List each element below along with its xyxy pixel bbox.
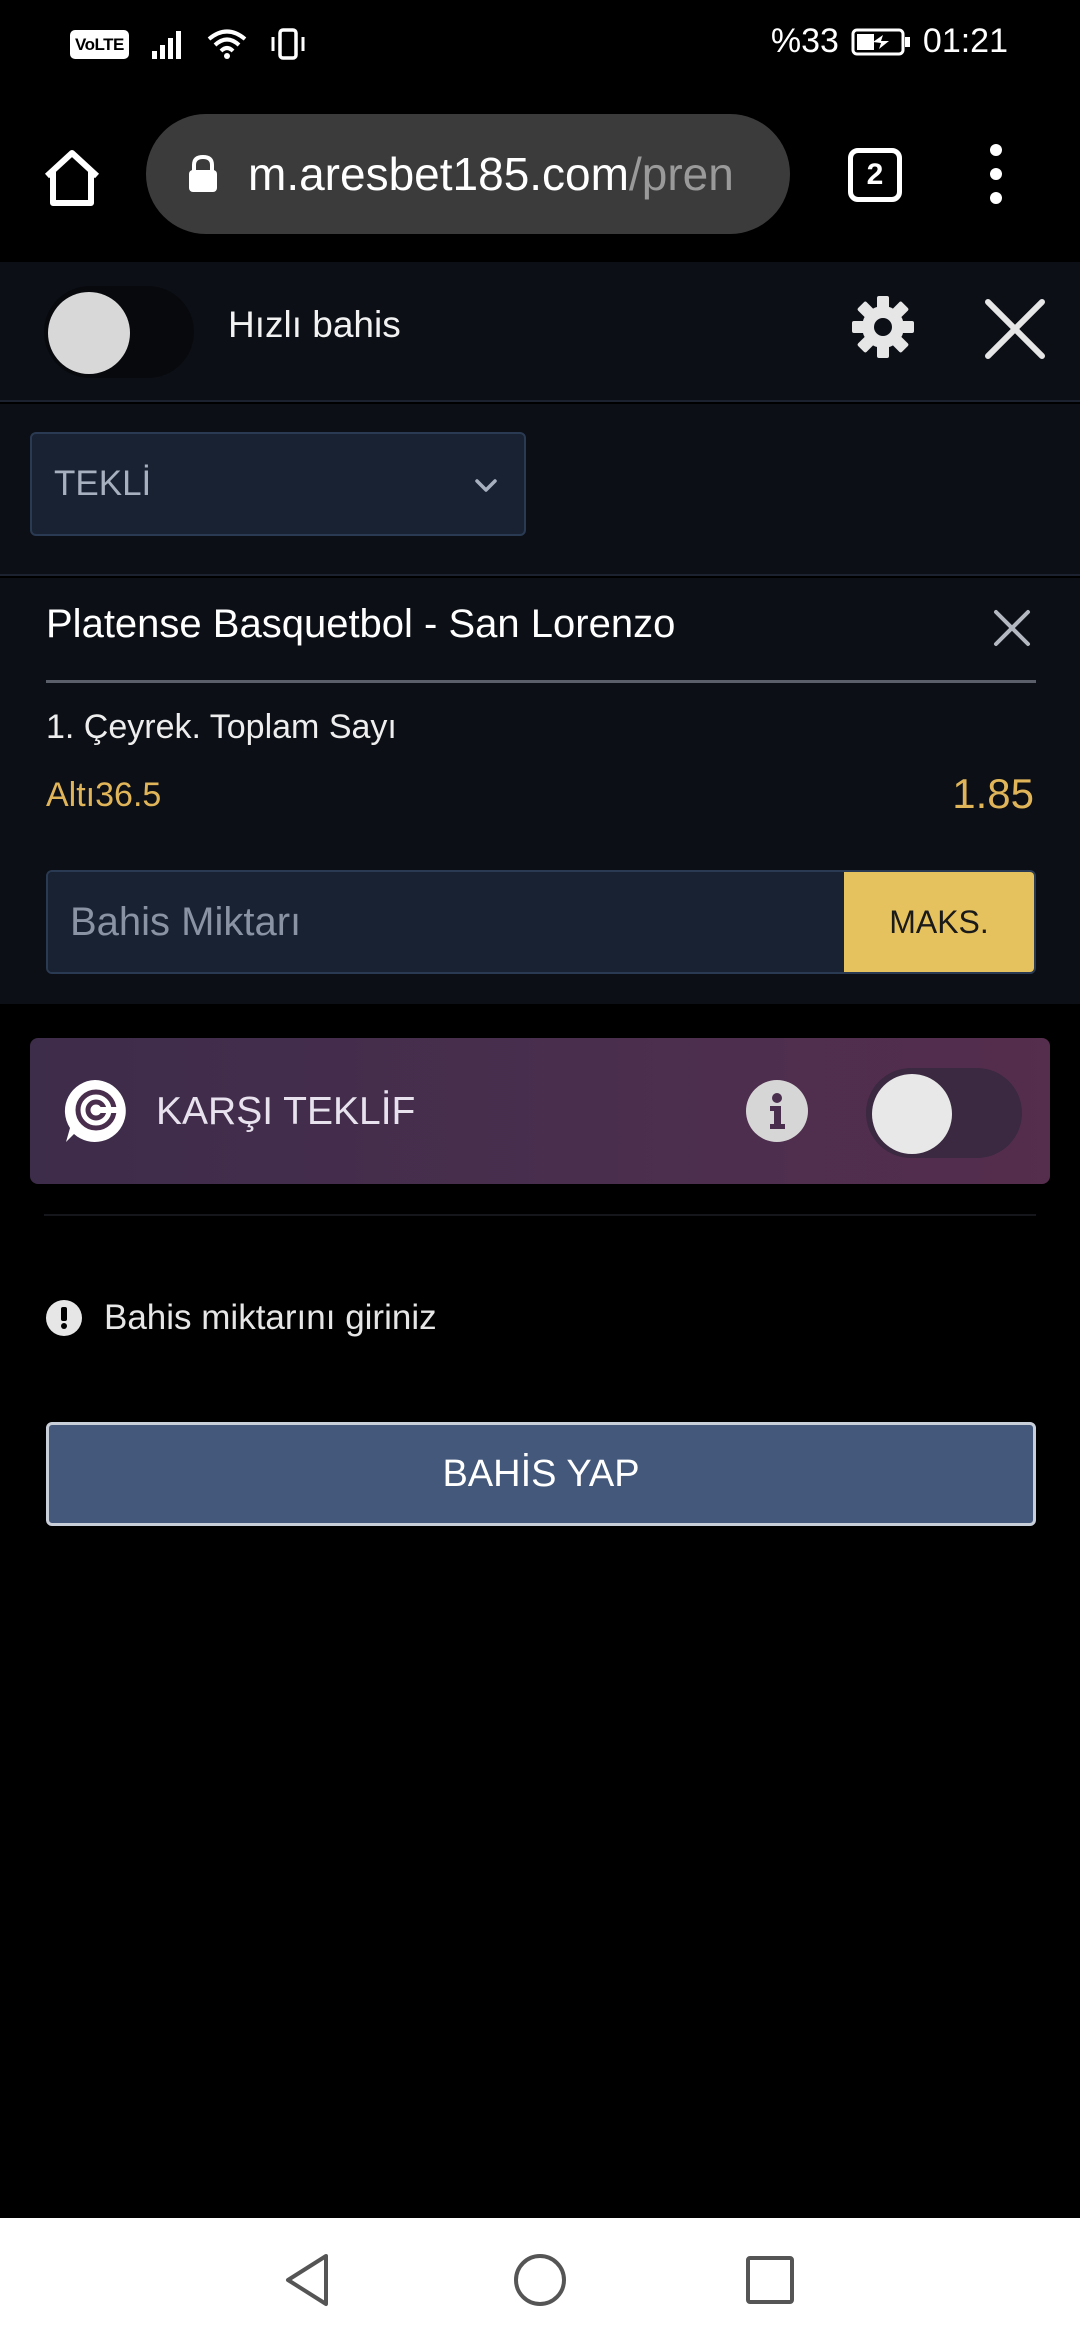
battery-percent: %33	[770, 22, 839, 60]
alert-icon	[46, 1300, 82, 1336]
gear-icon[interactable]	[850, 294, 916, 360]
vibrate-icon	[271, 28, 305, 60]
toggle-knob	[48, 292, 130, 374]
market-name: 1. Çeyrek. Toplam Sayı	[46, 708, 397, 746]
status-left: VoLTE	[70, 28, 307, 60]
url-text: m.aresbet185.com/pren	[248, 147, 734, 201]
bet-selection-card: Platense Basquetbol - San Lorenzo 1. Çey…	[0, 578, 1080, 1004]
volte-badge: VoLTE	[70, 29, 129, 59]
back-icon[interactable]	[276, 2248, 340, 2312]
section-divider	[44, 1214, 1036, 1216]
home-nav-icon[interactable]	[508, 2248, 572, 2312]
quick-bet-toggle[interactable]	[44, 286, 194, 378]
tab-count: 2	[866, 158, 884, 191]
counter-offer-panel: KARŞI TEKLİF	[30, 1038, 1050, 1184]
info-icon[interactable]	[746, 1080, 808, 1142]
counter-offer-toggle[interactable]	[866, 1068, 1022, 1158]
lock-icon	[189, 154, 217, 192]
selection-divider	[46, 680, 1036, 683]
wifi-icon	[207, 29, 247, 59]
match-title: Platense Basquetbol - San Lorenzo	[46, 602, 676, 646]
status-right: %33 01:21	[771, 22, 1008, 61]
toggle-knob	[872, 1074, 952, 1154]
stake-warning: Bahis miktarını giriniz	[46, 1298, 437, 1338]
max-stake-button[interactable]: MAKS.	[844, 872, 1034, 972]
bet-slip-header: Hızlı bahis	[0, 262, 1080, 402]
more-vert-icon[interactable]	[976, 144, 1016, 204]
bet-type-value: TEKLİ	[54, 464, 152, 503]
recents-icon[interactable]	[738, 2248, 802, 2312]
counter-offer-icon	[64, 1080, 126, 1142]
bet-type-select[interactable]: TEKLİ	[30, 432, 526, 536]
tab-switcher-button[interactable]: 2	[848, 148, 902, 202]
close-icon[interactable]	[980, 294, 1050, 364]
system-nav-bar	[0, 2218, 1080, 2340]
url-path: /pren	[628, 148, 734, 200]
odds-value: 1.85	[952, 770, 1034, 817]
outcome-label: Altı36.5	[46, 776, 162, 814]
signal-icon	[151, 31, 181, 59]
battery-charging-icon	[851, 28, 910, 55]
warning-text: Bahis miktarını giriniz	[104, 1298, 437, 1337]
chevron-down-icon	[475, 479, 497, 492]
home-icon	[44, 150, 100, 206]
address-bar[interactable]: m.aresbet185.com/pren	[146, 114, 790, 234]
status-bar: VoLTE %33 01:21	[0, 0, 1080, 92]
bet-type-section: TEKLİ	[0, 404, 1080, 576]
home-button[interactable]	[36, 142, 108, 214]
url-host: m.aresbet185.com	[248, 148, 629, 200]
stake-field-group: MAKS.	[46, 870, 1036, 974]
quick-bet-label: Hızlı bahis	[228, 304, 401, 345]
place-bet-button[interactable]: BAHİS YAP	[46, 1422, 1036, 1526]
clock: 01:21	[922, 22, 1008, 60]
remove-selection-icon[interactable]	[990, 606, 1034, 650]
counter-offer-label: KARŞI TEKLİF	[156, 1090, 416, 1133]
stake-input[interactable]	[48, 872, 846, 972]
browser-toolbar: m.aresbet185.com/pren 2	[0, 92, 1080, 260]
